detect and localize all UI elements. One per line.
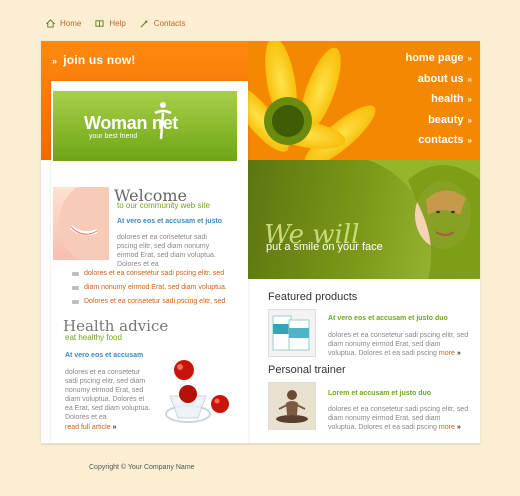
nav-health[interactable]: health» (431, 93, 472, 106)
bullet-icon (72, 285, 79, 290)
copyright: Copyright © Your Company Name (89, 464, 195, 471)
featured-heading: At vero eos et accusam et justo duo (328, 315, 448, 322)
list-item[interactable]: diam nonumy eirmod Erat, sed diam volupt… (72, 284, 227, 291)
topnav-help-label: Help (109, 18, 126, 28)
topnav-contacts[interactable]: Contacts (140, 16, 186, 30)
nav-about-us[interactable]: about us» (417, 72, 472, 86)
nav-beauty[interactable]: beauty» (428, 113, 472, 127)
topnav-contacts-label: Contacts (153, 18, 186, 28)
nav-about-us-label: about us (417, 72, 464, 85)
welcome-list: dolores et ea consetetur sadi pscing eli… (72, 270, 227, 305)
double-chevron-icon: » (112, 424, 117, 431)
nav-home-page[interactable]: home page» (405, 52, 472, 65)
welcome-subtitle: to our community web site (117, 201, 210, 210)
welcome-text: dolores et ea consetetur sadi pscing eli… (117, 234, 216, 268)
logo[interactable]: Woman net your best friend (53, 91, 237, 161)
trainer-text: dolores et ea consetetur sadi pscing eli… (328, 405, 470, 432)
nav-contacts-label: contacts (418, 134, 464, 146)
double-chevron-icon: » (467, 136, 472, 145)
product-image[interactable] (268, 309, 316, 357)
pen-icon (140, 19, 148, 27)
trainer-more-link[interactable]: more » (439, 424, 461, 431)
list-item[interactable]: dolores et ea consetetur sadi pscing eli… (72, 270, 227, 277)
nav-contacts[interactable]: contacts» (418, 134, 472, 147)
join-us-link[interactable]: » join us now! (52, 53, 136, 67)
join-us-label: join us now! (63, 53, 136, 67)
welcome-image (53, 187, 109, 260)
featured-title: Featured products (268, 291, 358, 303)
topnav-home-label: Home (60, 18, 82, 28)
list-item-text: dolores et ea consetetur sadi pscing eli… (84, 270, 225, 277)
double-chevron-icon: » (52, 56, 58, 66)
banner-subtitle: put a smile on your face (266, 241, 383, 253)
bullet-icon (72, 299, 79, 304)
trainer-title: Personal trainer (268, 364, 346, 376)
read-more-label: read full article (65, 424, 111, 431)
welcome-heading: At vero eos et accusam et justo (117, 218, 223, 225)
apples-image (150, 356, 232, 433)
trainer-heading: Lorem et accusam et justo duo (328, 390, 432, 397)
logo-tagline: your best friend (89, 133, 138, 140)
more-label: more (438, 424, 455, 431)
list-item[interactable]: Dolores et ea consetetur sadi pscing eli… (72, 298, 227, 305)
list-item-text: Dolores et ea consetetur sadi pscing eli… (84, 298, 226, 305)
more-label: more (438, 350, 455, 357)
nav-beauty-label: beauty (428, 113, 464, 126)
double-chevron-icon: » (467, 95, 472, 104)
health-subtitle: eat healthy food (65, 333, 122, 342)
logo-text: Woman net (84, 113, 178, 133)
topnav-home[interactable]: Home (46, 16, 81, 30)
double-chevron-icon: » (467, 74, 472, 84)
footer-divider (41, 443, 480, 445)
featured-more-link[interactable]: more » (439, 350, 461, 357)
nav-health-label: health (431, 93, 464, 105)
list-item-text: diam nonumy eirmod Erat, sed diam volupt… (84, 284, 227, 291)
main-navigation: home page» about us» health» beauty» con… (405, 52, 472, 147)
nav-home-page-label: home page (405, 52, 464, 64)
bullet-icon (72, 271, 79, 276)
book-icon (95, 19, 104, 27)
health-heading: At vero eos et accusam (65, 352, 144, 359)
health-text: dolores et ea consetetur sadi pscing eli… (65, 369, 151, 421)
double-chevron-icon: » (456, 424, 461, 431)
double-chevron-icon: » (456, 350, 461, 357)
double-chevron-icon: » (467, 54, 472, 63)
home-icon (46, 18, 55, 28)
trainer-image[interactable] (268, 382, 316, 430)
read-full-article-link[interactable]: read full article » (65, 424, 116, 431)
topnav-help[interactable]: Help (95, 16, 126, 30)
top-navigation: Home Help Contacts (46, 16, 185, 30)
featured-text: dolores et ea consetetur sadi pscing eli… (328, 331, 470, 358)
double-chevron-icon: » (467, 115, 472, 125)
